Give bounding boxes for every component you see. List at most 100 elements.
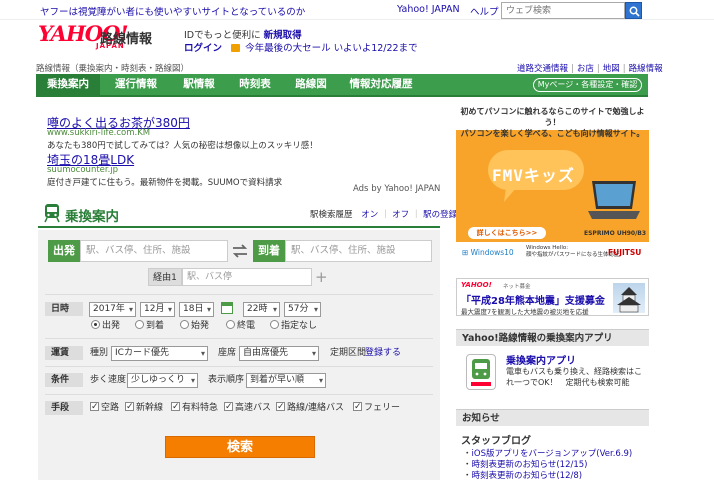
checkbox-label: 有料特急: [182, 403, 219, 413]
crown-icon: [231, 44, 241, 52]
tab-transfer[interactable]: 乗換案内: [36, 74, 100, 95]
radio-label: 始発: [191, 321, 210, 331]
sale-link[interactable]: 今年最後の大セール いよいよ12/22まで: [245, 43, 418, 54]
fmv-kids-banner[interactable]: 初めてパソコンに触れるならこのサイトで勉強しよう！ パソコンを楽しく学べる、こど…: [456, 104, 649, 264]
day-select[interactable]: 18日: [179, 302, 214, 317]
transit-header: 乗換案内 駅検索履歴 オン ｜ オフ ｜ 駅の登録: [38, 200, 457, 228]
pass-register-link[interactable]: 登録する: [365, 346, 401, 360]
radio-unspecified[interactable]: 指定なし: [270, 319, 317, 333]
banner-headline-1: 初めてパソコンに触れるならこのサイトで勉強しよう！: [460, 107, 645, 127]
web-search-input[interactable]: [501, 2, 625, 19]
checkbox-label: フェリー: [364, 403, 401, 413]
banner-headline: 初めてパソコンに触れるならこのサイトで勉強しよう！ パソコンを楽しく学べる、こど…: [456, 104, 649, 138]
from-input[interactable]: 駅、バス停、住所、施設: [80, 240, 228, 262]
history-on-link[interactable]: オン: [361, 210, 378, 220]
radio-label: 指定なし: [281, 321, 318, 331]
tab-timetable[interactable]: 時刻表: [228, 74, 282, 95]
hour-select[interactable]: 22時: [243, 302, 280, 317]
history-off-link[interactable]: オフ: [392, 210, 409, 220]
radio-last-train[interactable]: 終電: [226, 319, 255, 333]
history-label: 駅検索履歴: [310, 210, 353, 220]
windows-hello-text: Windows Hello: 顔や指紋がパスワードになる生体認証: [526, 245, 620, 259]
login-link[interactable]: ログイン: [184, 43, 222, 54]
register-station-link[interactable]: 駅の登録: [423, 210, 457, 220]
means-ferry-checkbox[interactable]: フェリー: [353, 400, 401, 415]
radio-icon: [226, 320, 235, 329]
checkbox-label: 新幹線: [136, 403, 164, 413]
calendar-icon[interactable]: [221, 302, 233, 314]
ad-desc-1: あなたも380円で試してみては？人気の秘密は想像以上のスッキリ感！: [47, 141, 318, 151]
add-via-icon[interactable]: +: [315, 268, 328, 286]
divider: [45, 294, 433, 295]
search-button[interactable]: 検索: [165, 436, 315, 458]
breadcrumb: 路線情報（乗換案内・時刻表・路線図）: [36, 64, 190, 74]
banner-headline-2: パソコンを楽しく学べる、こども向け情報サイト。: [460, 129, 645, 138]
tab-service-status[interactable]: 運行情報: [102, 74, 170, 95]
windows-logo-text: Windows10: [470, 248, 514, 257]
radio-departure[interactable]: 出発: [91, 319, 120, 333]
train-icon: [44, 204, 60, 223]
divider: [45, 394, 433, 395]
laptop-icon: [588, 181, 640, 219]
road-traffic-link[interactable]: 道路交通情報: [517, 64, 568, 74]
app-title-link[interactable]: 乗換案内アプリ: [506, 352, 576, 367]
datetime-label: 日時: [45, 302, 83, 316]
yahoo-japan-link[interactable]: Yahoo! JAPAN: [397, 4, 460, 15]
means-highway-bus-checkbox[interactable]: 高速バス: [224, 400, 272, 415]
radio-icon: [91, 320, 100, 329]
banner-cta[interactable]: 詳しくはこちら>>: [468, 227, 546, 239]
fare-type-select[interactable]: ICカード優先: [111, 346, 208, 361]
fujitsu-logo: FUJITSU: [608, 248, 642, 257]
app-icon[interactable]: [466, 354, 496, 390]
from-label: 出発: [48, 240, 80, 262]
castle-icon: [613, 283, 645, 313]
radio-arrival[interactable]: 到着: [135, 319, 164, 333]
minute-select[interactable]: 57分: [284, 302, 321, 317]
notice-heading: お知らせ: [456, 409, 649, 426]
means-route-bus-checkbox[interactable]: 路線/連絡バス: [276, 400, 344, 415]
map-link[interactable]: 地図: [603, 64, 620, 74]
login-row: ログイン 今年最後の大セール いよいよ12/22まで: [184, 40, 418, 54]
checkbox-icon: [353, 400, 362, 414]
history-controls: 駅検索履歴 オン ｜ オフ ｜ 駅の登録: [310, 210, 458, 220]
news-item[interactable]: 時刻表更新のお知らせ(12/8): [463, 469, 583, 480]
to-label: 到着: [253, 240, 285, 262]
divider: [45, 338, 433, 339]
checkbox-icon: [125, 400, 134, 414]
charity-banner[interactable]: YAHOO! ネット募金 「平成28年熊本地震」支援募金 最大震度7を観測した大…: [456, 278, 649, 316]
windows-hello-desc: 顔や指紋がパスワードになる生体認証: [526, 252, 620, 258]
shops-link[interactable]: お店: [577, 64, 594, 74]
seat-select[interactable]: 自由席優先: [239, 346, 319, 361]
checkbox-label: 空路: [101, 403, 120, 413]
year-select[interactable]: 2017年: [89, 302, 136, 317]
means-limited-express-checkbox[interactable]: 有料特急: [171, 400, 219, 415]
id-promo: IDでもっと便利に 新規取得: [184, 27, 302, 41]
to-input[interactable]: 駅、バス停、住所、施設: [285, 240, 432, 262]
help-link[interactable]: ヘルプ: [470, 4, 499, 18]
checkbox-label: 高速バス: [235, 403, 272, 413]
transit-info-link[interactable]: 路線情報: [629, 64, 663, 74]
order-select[interactable]: 到着が早い順: [246, 373, 326, 388]
accessibility-notice-link[interactable]: ヤフーは視覚障がい者にも使いやすいサイトとなっているのか: [40, 4, 305, 18]
means-shinkansen-checkbox[interactable]: 新幹線: [125, 400, 164, 415]
radio-label: 終電: [237, 321, 256, 331]
tab-station-info[interactable]: 駅情報: [172, 74, 226, 95]
radio-icon: [135, 320, 144, 329]
tab-route-map[interactable]: 路線図: [284, 74, 338, 95]
web-search-button[interactable]: [625, 2, 642, 19]
ad-url-2: suumocounter.jp: [47, 165, 119, 175]
tab-history[interactable]: 情報対応履歴: [340, 74, 422, 95]
radio-first-train[interactable]: 始発: [180, 319, 209, 333]
fare-type-label: 種別: [90, 348, 109, 358]
my-page-button[interactable]: Myページ・各種設定・確認: [533, 78, 642, 92]
walk-speed-label: 歩く速度: [90, 375, 127, 385]
month-select[interactable]: 12月: [140, 302, 175, 317]
top-bar: ヤフーは視覚障がい者にも使いやすいサイトとなっているのか Yahoo! JAPA…: [0, 0, 714, 20]
swap-icon[interactable]: [231, 242, 249, 260]
walk-speed-select[interactable]: 少しゆっくり: [127, 373, 198, 388]
train-app-icon: [471, 359, 491, 386]
windows-logo: ⊞ Windows10: [462, 248, 514, 257]
via-input[interactable]: 駅、バス停: [182, 268, 312, 286]
means-air-checkbox[interactable]: 空路: [90, 400, 120, 415]
main-nav: 乗換案内 運行情報 駅情報 時刻表 路線図 情報対応履歴 Myページ・各種設定・…: [36, 74, 648, 97]
